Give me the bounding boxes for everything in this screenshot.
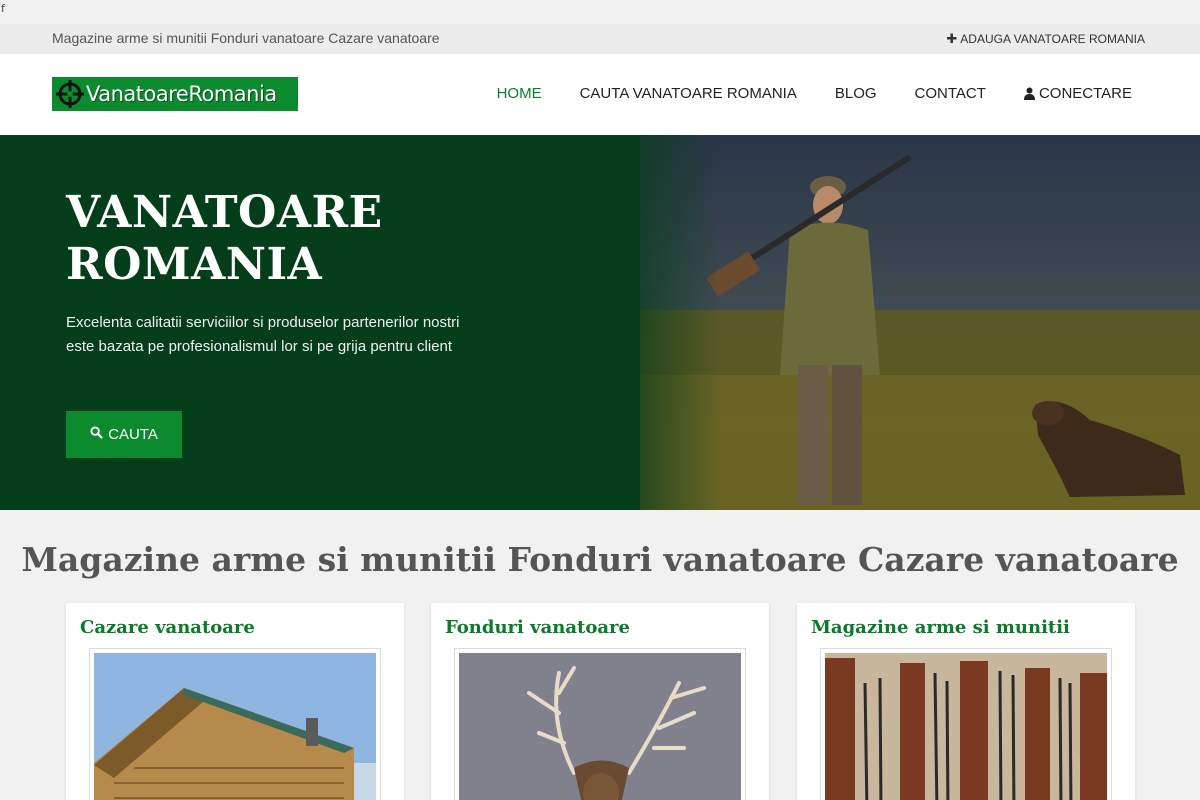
hero-description: Excelenta calitatii serviciilor si produ… xyxy=(66,314,460,355)
top-bar: Magazine arme si munitii Fonduri vanatoa… xyxy=(0,24,1200,54)
stray-text: f xyxy=(1,2,5,15)
site-logo[interactable]: VanatoareRomania xyxy=(52,77,298,111)
search-icon xyxy=(90,426,103,443)
plus-icon: ✚ xyxy=(946,31,958,46)
nav-home-label: HOME xyxy=(496,85,542,102)
gun-rack-image[interactable] xyxy=(820,648,1112,800)
hero-title: VANATOARE ROMANIA xyxy=(66,187,383,290)
nav-login[interactable]: CONECTARE xyxy=(1023,85,1132,102)
add-hunting-link[interactable]: ✚ ADAUGA VANATOARE ROMANIA xyxy=(946,32,1145,46)
nav-login-label: CONECTARE xyxy=(1038,85,1132,102)
nav-blog-label: BLOG xyxy=(834,85,877,102)
nav-search-hunting-label: CAUTA VANATOARE ROMANIA xyxy=(579,85,797,102)
crosshair-icon xyxy=(56,80,84,108)
hunter-photo xyxy=(640,135,1200,510)
log-cabin-image[interactable] xyxy=(89,648,381,800)
section-title: Magazine arme si munitii Fonduri vanatoa… xyxy=(21,540,1179,579)
card-lodging[interactable]: Cazare vanatoare xyxy=(66,603,404,800)
card-title[interactable]: Fonduri vanatoare xyxy=(445,617,630,638)
site-header: VanatoareRomania HOME CAUTA VANATOARE RO… xyxy=(0,54,1200,135)
nav-contact-label: CONTACT xyxy=(914,85,986,102)
card-title[interactable]: Magazine arme si munitii xyxy=(811,617,1070,638)
search-button[interactable]: CAUTA xyxy=(66,411,182,458)
user-icon xyxy=(1023,87,1035,100)
deer-image[interactable] xyxy=(454,648,746,800)
card-title[interactable]: Cazare vanatoare xyxy=(80,617,255,638)
hero-banner: VANATOARE ROMANIA Excelenta calitatii se… xyxy=(0,135,1200,510)
logo-text: VanatoareRomania xyxy=(86,82,277,106)
add-hunting-label: ADAUGA VANATOARE ROMANIA xyxy=(960,32,1145,46)
card-hunting-grounds[interactable]: Fonduri vanatoare xyxy=(431,603,769,800)
main-nav: HOME CAUTA VANATOARE ROMANIA BLOG CONTAC… xyxy=(497,85,1132,102)
hero-fade xyxy=(600,135,720,510)
nav-search-hunting[interactable]: CAUTA VANATOARE ROMANIA xyxy=(580,85,797,102)
nav-contact[interactable]: CONTACT xyxy=(915,85,986,102)
search-button-label: CAUTA xyxy=(108,426,158,443)
card-gun-shops[interactable]: Magazine arme si munitii xyxy=(797,603,1135,800)
nav-home[interactable]: HOME xyxy=(497,85,542,102)
nav-blog[interactable]: BLOG xyxy=(835,85,877,102)
top-tagline: Magazine arme si munitii Fonduri vanatoa… xyxy=(52,30,440,46)
